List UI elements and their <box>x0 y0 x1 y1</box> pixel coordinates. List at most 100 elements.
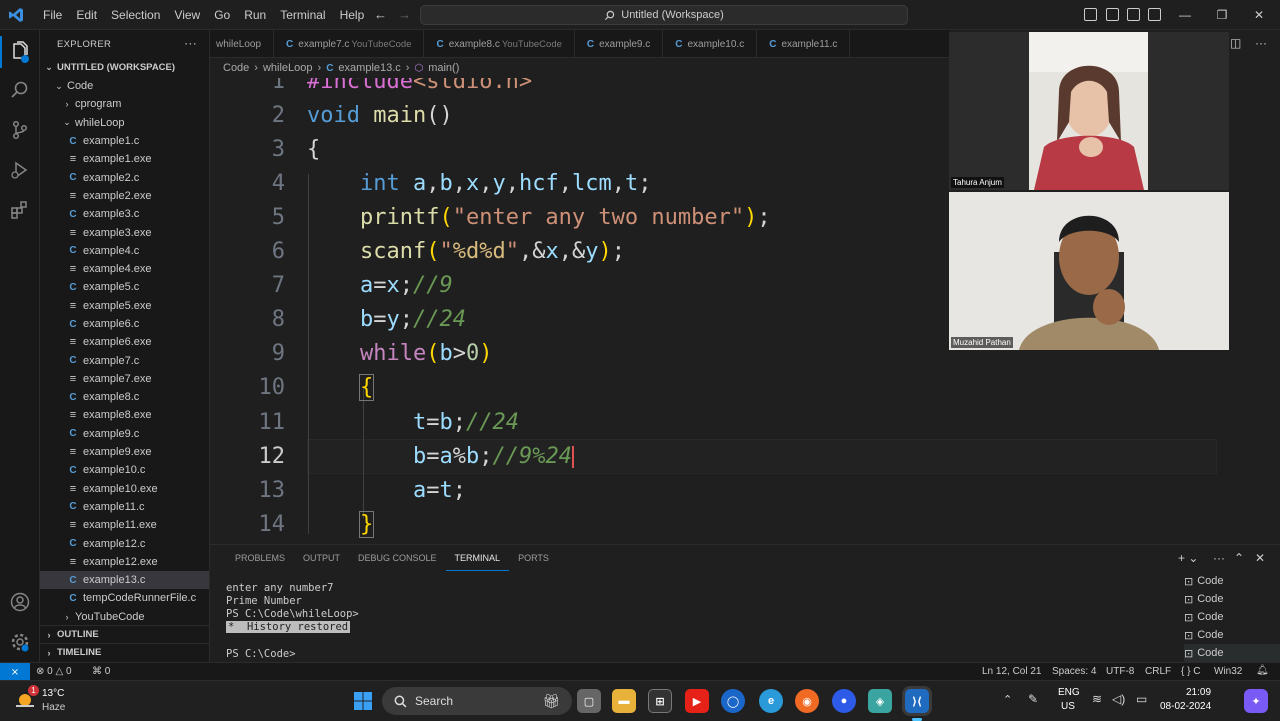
file-item[interactable]: ≡ example4.exe <box>40 260 209 278</box>
menu-help[interactable]: Help <box>333 8 372 22</box>
menu-view[interactable]: View <box>167 8 207 22</box>
breadcrumb-whileloop[interactable]: whileLoop <box>263 62 313 74</box>
terminal-prompt[interactable]: PS C:\Code> <box>226 648 296 660</box>
tab-example8[interactable]: Cexample8.c YouTubeCode <box>424 30 575 58</box>
menu-file[interactable]: File <box>36 8 69 22</box>
youtube-icon[interactable]: ▶ <box>685 689 709 713</box>
windows-start-icon[interactable] <box>351 689 375 713</box>
file-item[interactable]: ≡ example6.exe <box>40 333 209 351</box>
language-mode[interactable]: { } C <box>1181 666 1200 677</box>
menu-selection[interactable]: Selection <box>104 8 167 22</box>
cortana-icon[interactable]: ◯ <box>721 689 745 713</box>
tab-example7[interactable]: Cexample7.c YouTubeCode <box>274 30 425 58</box>
copilot-icon[interactable]: ✦ <box>1244 689 1268 713</box>
file-item[interactable]: ≡ example9.exe <box>40 443 209 461</box>
breadcrumb-code[interactable]: Code <box>223 62 249 74</box>
toggle-secondary-sidebar-icon[interactable] <box>1127 8 1140 21</box>
terminal-instance[interactable]: ⊡ Code <box>1184 644 1280 662</box>
breadcrumb-symbol[interactable]: main() <box>428 62 459 74</box>
tab-debug-console[interactable]: DEBUG CONSOLE <box>349 545 446 571</box>
battery-icon[interactable]: ▭ <box>1136 692 1147 706</box>
file-item[interactable]: Cexample13.c <box>40 571 209 590</box>
customize-layout-icon[interactable] <box>1148 8 1161 21</box>
timeline-section[interactable]: › TIMELINE <box>40 643 209 661</box>
edge-browser-icon[interactable]: e <box>759 689 783 713</box>
file-item[interactable]: ≡ example2.exe <box>40 187 209 205</box>
file-item[interactable]: Cexample5.c <box>40 278 209 296</box>
workspace-header[interactable]: ⌄ UNTITLED (WORKSPACE) <box>40 58 209 77</box>
run-debug-icon[interactable] <box>8 158 32 182</box>
tab-example9[interactable]: Cexample9.c <box>575 30 664 58</box>
clock-time[interactable]: 21:09 <box>1186 687 1211 698</box>
task-view-icon[interactable]: ▢ <box>577 689 601 713</box>
file-item[interactable]: Cexample8.c <box>40 388 209 406</box>
tab-example10[interactable]: Cexample10.c <box>663 30 758 58</box>
file-item[interactable]: ≡ example7.exe <box>40 370 209 388</box>
terminal-instance[interactable]: ⊡ Code <box>1184 626 1280 644</box>
tab-terminal[interactable]: TERMINAL <box>445 545 510 571</box>
menu-go[interactable]: Go <box>207 8 237 22</box>
file-item[interactable]: Cexample10.c <box>40 461 209 479</box>
account-icon[interactable] <box>8 590 32 614</box>
close-icon[interactable]: ✕ <box>1236 0 1280 30</box>
tab-output[interactable]: OUTPUT <box>294 545 349 571</box>
tab-whileloop[interactable]: whileLoop <box>210 30 275 58</box>
more-actions-icon[interactable]: ··· <box>1213 551 1225 565</box>
outline-section[interactable]: › OUTLINE <box>40 625 209 643</box>
problems-status[interactable]: ⊗ 0 △ 0 <box>36 666 72 677</box>
input-language[interactable]: ENG <box>1058 687 1080 698</box>
terminal-instance[interactable]: ⊡ Code <box>1184 608 1280 626</box>
remote-indicator-icon[interactable]: ⨯ <box>0 663 30 681</box>
file-item[interactable]: Cexample3.c <box>40 205 209 223</box>
folder-whileloop[interactable]: ⌄ whileLoop <box>40 114 209 132</box>
close-panel-icon[interactable]: ✕ <box>1255 551 1265 565</box>
command-center[interactable]: Untitled (Workspace) <box>420 5 908 25</box>
file-item[interactable]: Cexample1.c <box>40 132 209 150</box>
maximize-panel-icon[interactable]: ⌃ <box>1234 551 1244 565</box>
line-ending[interactable]: CRLF <box>1145 666 1171 677</box>
search-icon[interactable] <box>8 78 32 102</box>
cursor-position[interactable]: Ln 12, Col 21 <box>982 666 1042 677</box>
file-item[interactable]: Cexample4.c <box>40 242 209 260</box>
firefox-icon[interactable]: ◉ <box>795 689 819 713</box>
browser-icon[interactable]: ◈ <box>868 689 892 713</box>
platform[interactable]: Win32 <box>1214 666 1242 677</box>
terminal-instance[interactable]: ⊡ Code <box>1184 572 1280 590</box>
back-arrow-icon[interactable]: ← <box>374 7 387 22</box>
microsoft-store-icon[interactable]: ⊞ <box>648 689 672 713</box>
file-item[interactable]: ≡ example3.exe <box>40 223 209 241</box>
encoding[interactable]: UTF-8 <box>1106 666 1134 677</box>
file-item[interactable]: Cexample12.c <box>40 534 209 552</box>
notifications-bell-icon[interactable]: 🔔︎ <box>1256 665 1269 676</box>
file-item[interactable]: Cexample11.c <box>40 498 209 516</box>
extensions-icon[interactable] <box>8 198 32 222</box>
file-item[interactable]: Cexample6.c <box>40 315 209 333</box>
ports-status[interactable]: ⌘ 0 <box>92 666 110 677</box>
forward-arrow-icon[interactable]: → <box>398 7 411 22</box>
split-editor-icon[interactable]: ◫ <box>1230 36 1241 50</box>
menu-terminal[interactable]: Terminal <box>273 8 332 22</box>
menu-edit[interactable]: Edit <box>69 8 104 22</box>
show-hidden-icons[interactable]: ⌃ <box>1003 693 1012 706</box>
file-explorer-icon[interactable]: ▬ <box>612 689 636 713</box>
toggle-sidebar-icon[interactable] <box>1084 8 1097 21</box>
file-item[interactable]: ≡ example11.exe <box>40 516 209 534</box>
folder-youtubecode[interactable]: › YouTubeCode <box>40 608 209 626</box>
menu-run[interactable]: Run <box>237 8 273 22</box>
folder-cprogram[interactable]: › cprogram <box>40 95 209 113</box>
indentation[interactable]: Spaces: 4 <box>1052 666 1096 677</box>
wifi-icon[interactable]: ≋ <box>1092 692 1102 706</box>
file-item[interactable]: Cexample7.c <box>40 351 209 369</box>
clock-date[interactable]: 08-02-2024 <box>1160 701 1211 712</box>
file-item[interactable]: ≡ example5.exe <box>40 297 209 315</box>
folder-code[interactable]: ⌄ Code <box>40 77 209 95</box>
file-item[interactable]: Cexample2.c <box>40 168 209 186</box>
file-item[interactable]: CtempCodeRunnerFile.c <box>40 589 209 607</box>
more-actions-icon[interactable]: ··· <box>1255 36 1267 50</box>
breadcrumb-file[interactable]: example13.c <box>338 62 400 74</box>
explorer-icon[interactable] <box>8 40 32 64</box>
zoom-icon[interactable]: ● <box>832 689 856 713</box>
file-item[interactable]: Cexample9.c <box>40 425 209 443</box>
tab-problems[interactable]: PROBLEMS <box>226 545 294 571</box>
file-item[interactable]: ≡ example8.exe <box>40 406 209 424</box>
